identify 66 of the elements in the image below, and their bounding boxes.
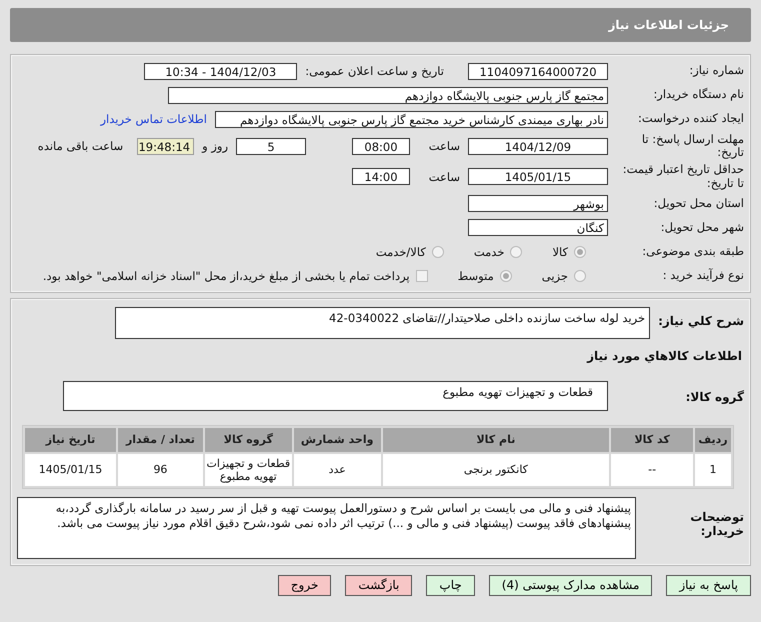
field-label: شماره نیاز: <box>688 64 744 78</box>
field-label: حداقل تاریخ اعتبار قیمت: تا تاریخ: <box>622 163 744 190</box>
field-label: گروه کالا: <box>684 388 744 405</box>
field-label: ایجاد کننده درخواست: <box>637 112 744 126</box>
radio-label: کالا <box>552 244 568 259</box>
column-header: ردیف <box>695 428 731 452</box>
date-field: 1405/01/15 <box>468 168 608 186</box>
column-header: واحد شمارش <box>294 428 381 452</box>
value-field: کنگان <box>468 219 608 236</box>
date-field: 1404/12/09 <box>468 138 608 155</box>
table-cell: 96 <box>118 454 203 486</box>
countdown-field: 19:48:14 <box>137 138 194 155</box>
field-label: طبقه بندی موضوعی: <box>641 245 744 258</box>
action-button[interactable]: چاپ <box>426 574 475 596</box>
table-cell: 1 <box>695 454 731 486</box>
radio-label: جزیی <box>542 268 568 283</box>
value-field: مجتمع گاز پارس جنوبی پالایشگاه دوازدهم <box>168 86 608 104</box>
column-header: نام کالا <box>382 428 610 452</box>
field-label: توضیحات خریدار: <box>689 508 744 538</box>
field-label: نوع فرآیند خرید : <box>662 269 744 282</box>
value-field: نادر بهاری میمندی کارشناس خرید مجتمع گاز پارس جنوبی پالایشگاه دوازدهم <box>215 110 608 128</box>
radio-label: متوسط <box>458 268 494 283</box>
contact-link[interactable]: اطلاعات تماس خریدار <box>100 112 207 126</box>
radio-button[interactable] <box>500 270 512 282</box>
checkbox-label: پرداخت تمام یا بخشی از مبلغ خرید،از محل "اسناد خزانه اسلامی" خواهد بود. <box>42 268 410 283</box>
radio-label: کالا/خدمت <box>376 244 426 259</box>
field-label: ساعت <box>428 170 460 184</box>
field-label: تاریخ و ساعت اعلان عمومی: <box>305 64 444 78</box>
table-cell: قطعات و تجهیزات تهویه مطبوع <box>204 454 292 486</box>
table-cell: عدد <box>294 454 381 486</box>
field-label: شرح کلي نياز: <box>658 312 744 329</box>
page-title: جزئیات اطلاعات نیاز <box>10 8 751 42</box>
table-cell: -- <box>611 454 694 486</box>
action-button[interactable]: خروج <box>278 574 332 596</box>
field-label: ساعت <box>428 139 460 154</box>
field-label: ساعت باقی مانده <box>38 139 124 154</box>
value-field: بوشهر <box>468 195 608 212</box>
column-header: تاریخ نیاز <box>25 428 116 452</box>
field-label: مهلت ارسال پاسخ: تا تاریخ: <box>640 133 744 160</box>
column-header: تعداد / مقدار <box>118 428 203 452</box>
field-label: روز و <box>202 139 228 154</box>
action-button[interactable]: مشاهده مدارک پیوستی (4) <box>488 574 652 596</box>
notes-field: پیشنهاد فنی و مالی می بایست بر اساس شرح و دستورالعمل پیوست تهیه و قبل از سر رسید در سامانه بارگذاری گردد،به پیشنهادهای فاقد پیوست (پیشنهاد فنی و مالی و ...) ترتیب اثر داده نمی شود،شرح دقیق اقلام مورد نیاز پیوست می باشد. <box>17 496 636 559</box>
field-label: استان محل تحویل: <box>652 197 744 210</box>
value-field: 1104097164000720 <box>468 62 608 80</box>
table-cell: کانکتور برنجی <box>382 454 610 486</box>
time-field: 14:00 <box>352 168 410 186</box>
section-title: اطلاعات کالاهاي مورد نياز <box>586 348 743 365</box>
field-label: نام دستگاه خریدار: <box>652 88 744 102</box>
radio-button[interactable] <box>510 246 522 258</box>
goods-group-field: قطعات و تجهیزات تهویه مطبوع <box>63 380 608 411</box>
action-button[interactable]: بازگشت <box>345 574 412 596</box>
days-field: 5 <box>236 138 306 155</box>
checkbox[interactable] <box>416 270 428 282</box>
column-header: کد کالا <box>611 428 694 452</box>
column-header: گروه کالا <box>204 428 292 452</box>
radio-button[interactable] <box>432 246 444 258</box>
field-label: شهر محل تحویل: <box>660 221 744 234</box>
radio-button[interactable] <box>574 246 586 258</box>
description-field: خرید لوله ساخت سازنده داخلی صلاحیتدار//تقاضای 0340022-42 <box>115 306 650 339</box>
radio-label: خدمت <box>474 244 504 259</box>
radio-button[interactable] <box>574 270 586 282</box>
value-field: 1404/12/03 - 10:34 <box>144 62 298 80</box>
time-field: 08:00 <box>352 138 410 155</box>
table-cell: 1405/01/15 <box>25 454 116 486</box>
action-button[interactable]: پاسخ به نیاز <box>666 574 751 596</box>
